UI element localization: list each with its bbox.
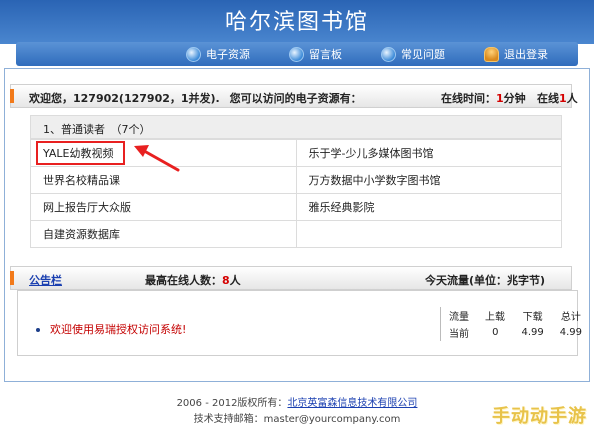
online-count-unit: 人 [566, 92, 578, 105]
support-email: master@yourcompany.com [263, 414, 401, 425]
online-time: 在线时间：1分钟 [441, 90, 526, 106]
resources-label: 您可以访问的电子资源有： [229, 92, 362, 105]
table-row: 世界名校精品课 万方数据中小学数字图书馆 [30, 166, 563, 194]
empty-cell [295, 220, 563, 248]
welcome-user: 127902(127902，1并发). [73, 92, 220, 105]
resource-classic-cinema[interactable]: 雅乐经典影院 [295, 193, 563, 221]
resource-online-lecture[interactable]: 网上报告厅大众版 [30, 193, 297, 221]
site-header: 哈尔滨图书馆 [0, 0, 594, 44]
resource-custom-database[interactable]: 自建资源数据库 [30, 220, 297, 248]
notice-bar: 公告栏 最高在线人数：8人 今天流量(单位：兆字节) [10, 266, 572, 290]
traffic-cell: 4.99 [521, 327, 544, 338]
copyright-label: 2006 - 2012版权所有： [176, 398, 288, 409]
welcome-prefix: 欢迎您， [29, 92, 73, 105]
nav-label: 常见问题 [401, 48, 445, 61]
resource-leyuxue-library[interactable]: 乐于学-少儿多媒体图书馆 [295, 139, 563, 167]
nav-logout[interactable]: 退出登录 [484, 46, 548, 62]
traffic-header-row: 流量 上载 下载 总计 [440, 307, 591, 324]
watermark-logo: 手动动手游 [492, 406, 587, 427]
traffic-cell: 0 [492, 327, 499, 338]
table-row: 网上报告厅大众版 雅乐经典影院 [30, 193, 563, 221]
highlight-box [36, 141, 125, 165]
traffic-title: 今天流量(单位：兆字节) [425, 274, 546, 287]
traffic-header: 总计 [560, 312, 581, 323]
notice-title-link[interactable]: 公告栏 [29, 272, 62, 288]
max-online-unit: 人 [229, 274, 241, 287]
support-label: 技术支持邮箱： [193, 414, 264, 425]
traffic-header: 流量 [440, 307, 477, 324]
bullet-icon [36, 328, 40, 332]
site-title: 哈尔滨图书馆 [224, 10, 369, 35]
resource-wanfang-library[interactable]: 万方数据中小学数字图书馆 [295, 166, 563, 194]
nav-e-resources[interactable]: 电子资源 [186, 46, 250, 62]
nav-message-board[interactable]: 留言板 [289, 46, 342, 62]
welcome-bar: 欢迎您，127902(127902，1并发). 您可以访问的电子资源有： 在线时… [10, 84, 578, 108]
max-online-value: 8 [222, 274, 230, 287]
online-time-label: 在线时间： [441, 92, 496, 105]
traffic-row: 当前 0 4.99 4.99 [440, 324, 591, 341]
nav-label: 电子资源 [206, 48, 250, 61]
nav-faq[interactable]: 常见问题 [381, 46, 445, 62]
traffic-cell: 4.99 [559, 327, 583, 338]
welcome-text: 欢迎您，127902(127902，1并发). 您可以访问的电子资源有： [29, 90, 362, 106]
globe-icon [381, 46, 396, 62]
user-icon [484, 46, 499, 62]
online-count-value: 1 [559, 92, 567, 105]
nav-label: 留言板 [309, 48, 342, 61]
online-time-unit: 分钟 [503, 92, 526, 105]
globe-icon [186, 46, 201, 62]
accent-marker [10, 271, 14, 285]
online-time-value: 1 [496, 92, 504, 105]
traffic-table: 流量 上载 下载 总计 当前 0 4.99 4.99 [440, 307, 590, 341]
traffic-header: 上载 [485, 312, 505, 323]
globe-icon [289, 46, 304, 62]
company-link[interactable]: 北京英富森信息技术有限公司 [287, 398, 417, 409]
table-row: 自建资源数据库 [30, 220, 563, 248]
max-online: 最高在线人数：8人 [145, 272, 241, 288]
notice-message[interactable]: 欢迎使用易瑞授权访问系统! [50, 321, 186, 337]
traffic-cell: 当前 [440, 324, 477, 341]
nav-label: 退出登录 [504, 48, 548, 61]
max-online-label: 最高在线人数： [145, 274, 222, 287]
resource-group-title: 1、普通读者 （7个） [30, 115, 562, 139]
annotation-arrow-icon [134, 145, 180, 172]
traffic-header: 下载 [522, 312, 543, 323]
notice-box: 欢迎使用易瑞授权访问系统! 流量 上载 下载 总计 当前 0 4.99 4.99 [17, 290, 582, 356]
nav-bar: 电子资源 留言板 常见问题 退出登录 [16, 42, 578, 66]
accent-marker [10, 89, 14, 103]
online-count-label: 在线 [537, 92, 559, 105]
online-count: 在线1人 [537, 90, 578, 106]
